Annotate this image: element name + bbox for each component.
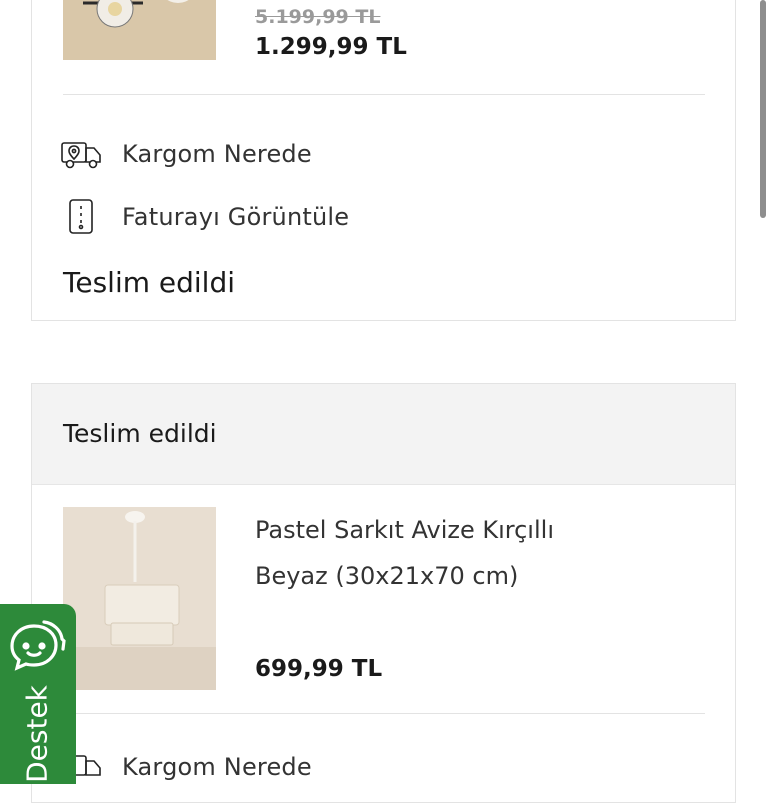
view-invoice-button[interactable]: Faturayı Görüntüle	[60, 197, 349, 237]
product-name-line: Beyaz (30x21x70 cm)	[255, 562, 519, 590]
support-tab[interactable]: Destek	[0, 604, 76, 784]
price: 1.299,99 TL	[255, 34, 407, 60]
view-invoice-label: Faturayı Görüntüle	[122, 203, 350, 231]
old-price: 5.199,99 TL	[255, 6, 381, 28]
product-image[interactable]	[63, 0, 216, 60]
product-name-line: Pastel Sarkıt Avize Kırçıllı	[255, 516, 554, 544]
delivery-status: Teslim edildi	[63, 266, 236, 299]
scrollbar[interactable]	[760, 0, 766, 218]
track-shipment-button[interactable]: Kargom Nerede	[60, 747, 312, 787]
track-shipment-label: Kargom Nerede	[122, 140, 312, 168]
order-card: 5.199,99 TL 1.299,99 TL Kargom Nerede Fa…	[31, 0, 736, 321]
order-card: Teslim edildi Pastel Sarkıt Avize Kırçıl…	[31, 383, 736, 803]
delivery-status: Teslim edildi	[63, 419, 217, 448]
invoice-document-icon	[60, 197, 106, 237]
chat-support-icon	[6, 616, 70, 684]
track-shipment-label: Kargom Nerede	[122, 753, 312, 781]
divider	[63, 94, 705, 95]
track-shipment-button[interactable]: Kargom Nerede	[60, 134, 312, 174]
support-label: Destek	[20, 685, 54, 783]
price: 699,99 TL	[255, 656, 383, 682]
divider	[63, 713, 705, 714]
product-name[interactable]: Pastel Sarkıt Avize Kırçıllı Beyaz (30x2…	[255, 507, 675, 599]
truck-location-icon	[60, 134, 106, 174]
card-header: Teslim edildi	[32, 384, 735, 485]
product-image[interactable]	[63, 507, 216, 690]
